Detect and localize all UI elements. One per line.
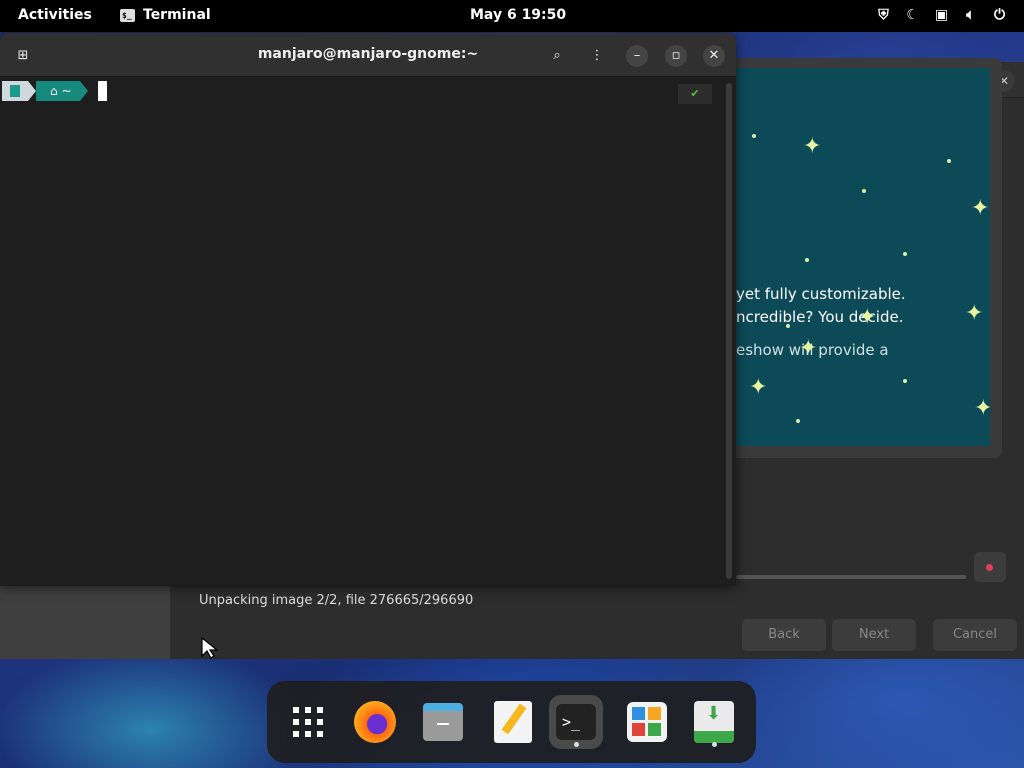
star: ✦: [971, 196, 990, 221]
dot: [805, 258, 809, 262]
running-indicator: [712, 742, 717, 747]
dock-text-editor[interactable]: [486, 695, 540, 749]
slide-text-line2: ncredible? You decide.: [736, 308, 904, 326]
close-icon[interactable]: ✕: [703, 45, 725, 67]
app-menu-label: Terminal: [143, 7, 211, 23]
terminal-window[interactable]: ⊞ manjaro@manjaro-gnome:~ ⌕ ⋮ – ▫ ✕ ⌂ ~ …: [0, 33, 736, 585]
scrollbar[interactable]: [726, 83, 732, 579]
cancel-button[interactable]: Cancel: [933, 619, 1017, 651]
activities-button[interactable]: Activities: [18, 7, 92, 23]
manjaro-logo-icon: [2, 81, 36, 101]
dock-terminal[interactable]: >_: [549, 695, 603, 749]
menu-icon[interactable]: ⋮: [585, 44, 609, 68]
system-tray[interactable]: ⛨ ☾ ▣ 🔈︎ ⏻: [875, 6, 1008, 24]
display-icon[interactable]: ▣: [933, 6, 950, 24]
dot: [862, 189, 866, 193]
search-icon[interactable]: ⌕: [545, 44, 569, 68]
app-grid-icon: [293, 707, 323, 737]
dock-firefox[interactable]: [348, 695, 402, 749]
dot: [796, 419, 800, 423]
prompt-directory: ⌂ ~: [36, 81, 87, 101]
dot: [752, 134, 756, 138]
installer-icon: [694, 701, 734, 743]
running-indicator: [574, 742, 579, 747]
terminal-header: ⊞ manjaro@manjaro-gnome:~ ⌕ ⋮ – ▫ ✕: [0, 33, 736, 77]
dot: [786, 324, 790, 328]
dock-software[interactable]: [620, 695, 674, 749]
firefox-icon: [354, 701, 396, 743]
dock-files[interactable]: [416, 695, 470, 749]
dock-installer[interactable]: [687, 695, 741, 749]
star: ✦: [799, 336, 818, 361]
shield-icon[interactable]: ⛨: [875, 6, 892, 24]
next-button[interactable]: Next: [832, 619, 916, 651]
star: ✦: [965, 301, 984, 326]
terminal-output[interactable]: ⌂ ~ ✔: [0, 77, 722, 585]
dot: [903, 252, 907, 256]
app-menu[interactable]: $_ Terminal: [120, 7, 211, 23]
install-status-text: Unpacking image 2/2, file 276665/296690: [199, 593, 474, 608]
text-editor-icon: [494, 701, 532, 743]
dock: >_: [267, 681, 756, 763]
install-progress-bar: [736, 575, 966, 579]
star: ✦: [749, 375, 768, 400]
maximize-icon[interactable]: ▫: [665, 45, 687, 67]
power-icon[interactable]: ⏻: [991, 6, 1008, 24]
star: ✦: [803, 134, 822, 159]
dot: [903, 379, 907, 383]
star: ✦: [858, 305, 877, 330]
star: ✦: [974, 396, 990, 421]
slideshow: yet fully customizable. ncredible? You d…: [736, 68, 990, 446]
installer-sidebar: [0, 586, 170, 659]
minimize-icon[interactable]: –: [626, 45, 648, 67]
status-check-icon: ✔: [678, 84, 712, 104]
slide-text-line1: yet fully customizable.: [736, 285, 906, 303]
night-light-icon[interactable]: ☾: [904, 6, 921, 24]
back-button[interactable]: Back: [742, 619, 826, 651]
volume-icon[interactable]: 🔈︎: [962, 6, 979, 24]
text-cursor: [97, 81, 107, 101]
top-bar: Activities $_ Terminal May 6 19:50 ⛨ ☾ ▣…: [0, 0, 1024, 32]
dot: [947, 159, 951, 163]
software-center-icon: [627, 702, 667, 742]
terminal-app-icon: $_: [120, 8, 135, 22]
files-icon: [423, 703, 463, 741]
terminal-icon: >_: [556, 704, 596, 740]
shell-prompt: ⌂ ~: [2, 81, 107, 101]
app-grid-button[interactable]: [281, 695, 335, 749]
installer-indicator-button[interactable]: [974, 552, 1006, 582]
clock[interactable]: May 6 19:50: [470, 7, 566, 23]
